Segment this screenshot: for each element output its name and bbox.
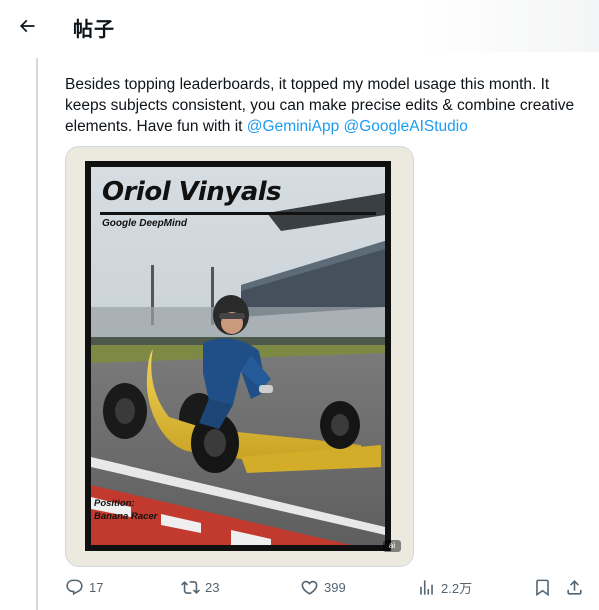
- post-page: 帖子 Besides topping leaderboards, it topp…: [0, 0, 599, 610]
- trading-card: Oriol Vinyals Google DeepMind Position: …: [85, 161, 391, 551]
- reply-button[interactable]: 17: [65, 578, 103, 597]
- reply-icon: [66, 579, 83, 596]
- retweet-button[interactable]: 23: [181, 578, 219, 597]
- action-bar: 17 23 399 2.2万: [0, 574, 599, 602]
- like-button[interactable]: 399: [300, 578, 346, 597]
- tweet-media[interactable]: Oriol Vinyals Google DeepMind Position: …: [65, 146, 414, 567]
- tweet-text: Besides topping leaderboards, it topped …: [65, 74, 585, 137]
- share-button[interactable]: [565, 578, 584, 597]
- card-position-value: Banana Racer: [94, 511, 158, 522]
- back-button[interactable]: [10, 9, 44, 43]
- card-organization: Google DeepMind: [102, 218, 187, 229]
- views-button[interactable]: 2.2万: [417, 578, 472, 597]
- views-count: 2.2万: [441, 581, 473, 596]
- retweet-icon: [181, 581, 200, 594]
- bookmark-icon: [536, 579, 549, 597]
- card-name: Oriol Vinyals: [102, 177, 282, 207]
- retweet-count: 23: [205, 580, 220, 595]
- reply-count: 17: [89, 580, 104, 595]
- bookmark-button[interactable]: [533, 578, 552, 597]
- card-position-label: Position:: [94, 498, 135, 509]
- like-count: 399: [324, 580, 346, 595]
- share-icon: [567, 580, 582, 595]
- mention-gemini-app[interactable]: @GeminiApp: [247, 118, 339, 135]
- page-title: 帖子: [73, 17, 115, 41]
- thread-line: [36, 58, 38, 610]
- card-divider: [100, 212, 376, 215]
- back-arrow-icon: [19, 19, 35, 33]
- mention-google-ai-studio[interactable]: @GoogleAIStudio: [344, 118, 468, 135]
- views-icon: [420, 580, 433, 595]
- top-bar: 帖子: [0, 0, 599, 52]
- ai-badge[interactable]: ai: [383, 540, 401, 552]
- like-icon: [301, 580, 318, 595]
